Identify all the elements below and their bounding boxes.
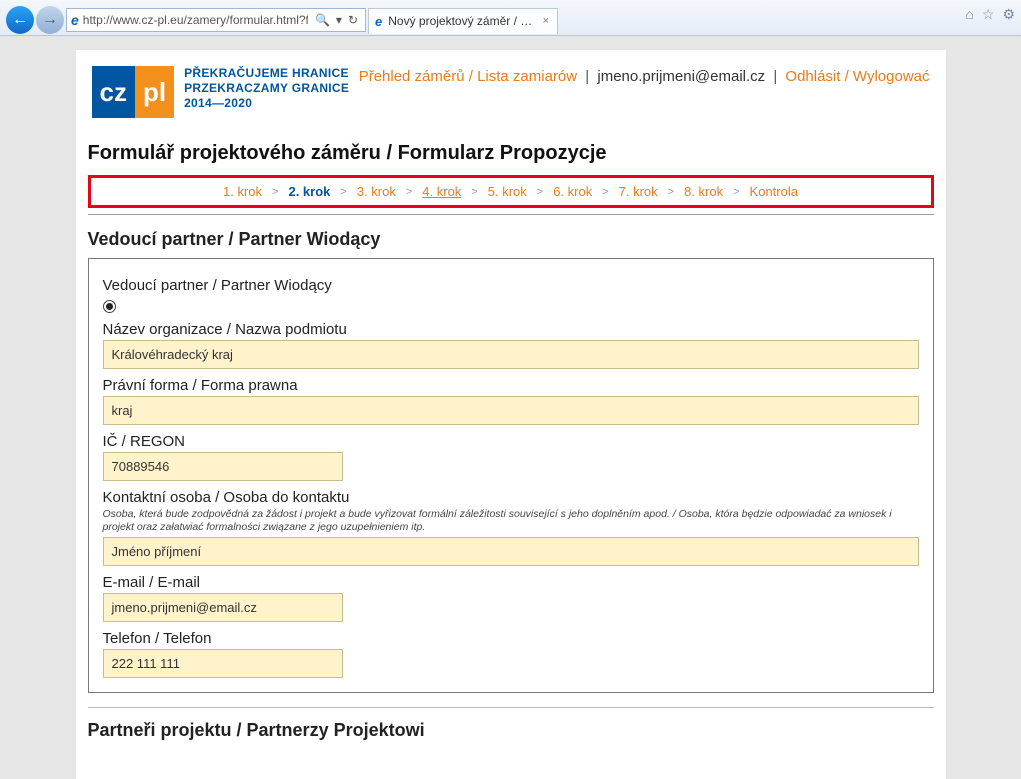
divider xyxy=(88,707,934,708)
phone-label: Telefon / Telefon xyxy=(103,622,919,649)
tagline-line2: PRZEKRACZAMY GRANICE xyxy=(184,81,349,96)
panel-title-label: Vedoucí partner / Partner Wiodący xyxy=(103,269,919,296)
address-bar[interactable]: e 🔍 ▾ ↻ xyxy=(66,8,366,32)
logo-pl-part: pl xyxy=(135,66,174,118)
user-email: jmeno.prijmeni@email.cz xyxy=(597,68,765,85)
step-link-9[interactable]: Kontrola xyxy=(746,184,802,199)
chevron-right-icon: > xyxy=(340,186,346,198)
chevron-right-icon: > xyxy=(733,186,739,198)
lead-partner-panel: Vedoucí partner / Partner Wiodący Název … xyxy=(88,258,934,693)
site-header: cz pl PŘEKRAČUJEME HRANICE PRZEKRACZAMY … xyxy=(88,62,934,134)
arrow-left-icon: ← xyxy=(12,11,28,29)
section-heading-lead-partner: Vedoucí partner / Partner Wiodący xyxy=(88,225,934,258)
step-link-3[interactable]: 3. krok xyxy=(353,184,400,199)
section-heading-partners: Partneři projektu / Partnerzy Projektowi xyxy=(88,716,934,749)
contact-input[interactable]: Jméno příjmení xyxy=(103,537,919,566)
page-container: cz pl PŘEKRAČUJEME HRANICE PRZEKRACZAMY … xyxy=(76,50,946,779)
pipe-separator: | xyxy=(769,68,781,85)
org-name-input[interactable]: Královéhradecký kraj xyxy=(103,340,919,369)
email-input[interactable]: jmeno.prijmeni@email.cz xyxy=(103,593,343,622)
nav-back-button[interactable]: ← xyxy=(6,6,34,34)
chevron-right-icon: > xyxy=(537,186,543,198)
chevron-right-icon: > xyxy=(272,186,278,198)
logo-tagline: PŘEKRAČUJEME HRANICE PRZEKRACZAMY GRANIC… xyxy=(184,66,349,111)
chevron-right-icon: > xyxy=(471,186,477,198)
page-title: Formulář projektového záměru / Formularz… xyxy=(88,134,934,175)
overview-link[interactable]: Přehled záměrů / Lista zamiarów xyxy=(359,68,577,85)
search-dropdown-icon[interactable]: ▾ xyxy=(336,13,342,27)
logout-link[interactable]: Odhlásit / Wylogować xyxy=(785,68,929,85)
chevron-right-icon: > xyxy=(406,186,412,198)
step-link-1[interactable]: 1. krok xyxy=(219,184,266,199)
browser-tab[interactable]: e Nový projektový záměr / N... × xyxy=(368,8,558,34)
step-link-4[interactable]: 4. krok xyxy=(418,184,465,199)
lead-partner-radio[interactable] xyxy=(103,296,919,313)
regno-input[interactable]: 70889546 xyxy=(103,452,343,481)
browser-toolbar: ← → e 🔍 ▾ ↻ e Nový projektový záměr / N.… xyxy=(0,0,1021,36)
step-link-7[interactable]: 7. krok xyxy=(615,184,662,199)
legal-form-input[interactable]: kraj xyxy=(103,396,919,425)
step-navigation: 1. krok >2. krok >3. krok >4. krok >5. krok >… xyxy=(88,175,934,208)
email-label: E-mail / E-mail xyxy=(103,566,919,593)
tab-title: Nový projektový záměr / N... xyxy=(388,14,534,28)
contact-label: Kontaktní osoba / Osoba do kontaktu xyxy=(103,481,919,508)
search-icon[interactable]: 🔍 xyxy=(315,13,330,27)
tab-close-button[interactable]: × xyxy=(541,15,551,27)
ie-icon: e xyxy=(71,12,79,28)
logo-cz-part: cz xyxy=(92,66,135,118)
step-link-6[interactable]: 6. krok xyxy=(549,184,596,199)
tagline-years: 2014—2020 xyxy=(184,96,349,111)
regno-label: IČ / REGON xyxy=(103,425,919,452)
ie-favicon-icon: e xyxy=(375,14,382,29)
refresh-icon[interactable]: ↻ xyxy=(348,13,358,27)
contact-help-text: Osoba, která bude zodpovědná za žádost i… xyxy=(103,508,919,537)
nav-forward-button[interactable]: → xyxy=(36,6,64,34)
tools-icon[interactable]: ⚙ xyxy=(1002,6,1015,23)
chevron-right-icon: > xyxy=(668,186,674,198)
org-name-label: Název organizace / Nazwa podmiotu xyxy=(103,313,919,340)
chevron-right-icon: > xyxy=(602,186,608,198)
step-link-5[interactable]: 5. krok xyxy=(484,184,531,199)
phone-input[interactable]: 222 111 111 xyxy=(103,649,343,678)
arrow-right-icon: → xyxy=(42,11,58,29)
home-icon[interactable]: ⌂ xyxy=(965,6,973,23)
legal-form-label: Právní forma / Forma prawna xyxy=(103,369,919,396)
browser-right-tools: ⌂ ☆ ⚙ xyxy=(965,6,1015,23)
tagline-line1: PŘEKRAČUJEME HRANICE xyxy=(184,66,349,81)
logo-image: cz pl xyxy=(92,66,175,118)
url-input[interactable] xyxy=(83,13,308,27)
radio-checked-icon xyxy=(103,300,116,313)
address-tools: 🔍 ▾ ↻ xyxy=(312,13,361,27)
header-links: Přehled záměrů / Lista zamiarów | jmeno.… xyxy=(359,66,930,89)
step-link-2[interactable]: 2. krok xyxy=(284,184,334,199)
logo-block: cz pl PŘEKRAČUJEME HRANICE PRZEKRACZAMY … xyxy=(92,66,350,118)
step-link-8[interactable]: 8. krok xyxy=(680,184,727,199)
pipe-separator: | xyxy=(581,68,593,85)
divider xyxy=(88,214,934,215)
favorites-icon[interactable]: ☆ xyxy=(982,6,995,23)
